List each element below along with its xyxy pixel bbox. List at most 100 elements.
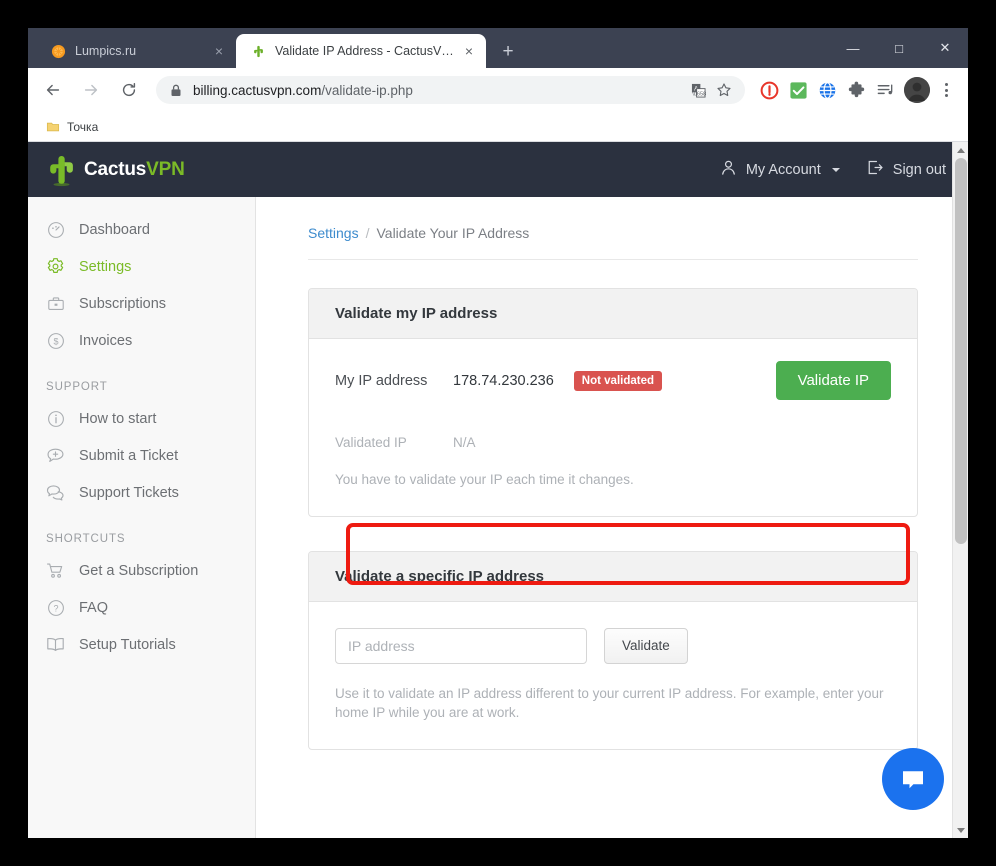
svg-text:?: ? [53,603,58,613]
breadcrumb-separator: / [365,225,370,241]
sidebar-section-shortcuts: SHORTCUTS [46,533,126,545]
window-controls: — □ ✕ [830,28,968,68]
browser-toolbar: billing.cactusvpn.com/validate-ip.php A\… [28,68,968,112]
card-body: Validate Use it to validate an IP addres… [309,602,917,749]
bookmarks-bar: Точка [28,112,968,142]
adblock-extension-icon[interactable] [756,77,782,103]
globe-extension-icon[interactable] [814,77,840,103]
sign-out-label: Sign out [892,161,946,178]
my-ip-row: My IP address 178.74.230.236 Not validat… [309,339,917,422]
scrollbar-thumb[interactable] [955,158,967,544]
page-viewport: CactusVPN My Account Sign out Dashboard … [28,142,968,838]
sidebar-item-label: Setup Tutorials [79,636,176,653]
translate-icon[interactable]: A\u6587 [687,79,709,101]
tab-close-icon[interactable]: × [210,42,228,60]
sidebar-item-label: Settings [79,258,132,275]
star-icon[interactable] [713,79,735,101]
address-bar[interactable]: billing.cactusvpn.com/validate-ip.php A\… [156,76,745,104]
bookmark-folder-tochka[interactable]: Точка [40,117,104,137]
specific-ip-note: Use it to validate an IP address differe… [335,685,884,721]
sidebar-item-faq[interactable]: ? FAQ [28,589,255,626]
logo-text: CactusVPN [84,159,185,181]
breadcrumb-settings-link[interactable]: Settings [308,225,359,241]
my-ip-value: 178.74.230.236 [453,372,554,389]
svg-text:$: $ [53,336,58,346]
sidebar-item-label: Invoices [79,332,133,349]
checkmark-extension-icon[interactable] [785,77,811,103]
close-window-button[interactable]: ✕ [922,28,968,68]
sidebar-item-label: How to start [79,410,157,427]
folder-icon [46,120,60,134]
user-icon [720,159,737,180]
minimize-button[interactable]: — [830,28,876,68]
maximize-button[interactable]: □ [876,28,922,68]
sidebar-item-get-subscription[interactable]: Get a Subscription [28,552,255,589]
tab-strip: Lumpics.ru × Validate IP Address - Cactu… [28,28,968,68]
sidebar: Dashboard Settings Subscriptions $ Invoi… [28,197,256,838]
sidebar-item-subscriptions[interactable]: Subscriptions [28,285,255,322]
gauge-icon [46,221,65,239]
info-circle-icon [46,410,65,428]
scroll-down-arrow[interactable] [953,822,968,838]
ip-address-input[interactable] [335,627,587,664]
three-dots-menu-icon[interactable] [934,77,958,103]
breadcrumb-current: Validate Your IP Address [376,225,530,241]
specific-ip-form: Validate [309,602,917,664]
comments-icon [46,483,65,502]
sign-out-icon [866,159,884,180]
sidebar-item-how-to-start[interactable]: How to start [28,400,255,437]
comment-plus-icon [46,446,65,465]
reload-button[interactable] [114,75,144,105]
sidebar-item-submit-ticket[interactable]: Submit a Ticket [28,437,255,474]
card-body: My IP address 178.74.230.236 Not validat… [309,339,917,516]
forward-button[interactable] [76,75,106,105]
puzzle-extensions-icon[interactable] [843,77,869,103]
sidebar-item-invoices[interactable]: $ Invoices [28,322,255,359]
playlist-music-icon[interactable] [872,77,898,103]
tab-title: Lumpics.ru [75,44,137,58]
breadcrumb: Settings / Validate Your IP Address [308,225,918,260]
chat-bubble-icon[interactable] [882,748,944,810]
page-scrollbar[interactable] [952,142,968,838]
sidebar-item-support-tickets[interactable]: Support Tickets [28,474,255,511]
new-tab-button[interactable]: + [494,37,522,65]
my-account-label: My Account [745,161,821,178]
cactusvpn-logo[interactable]: CactusVPN [46,153,185,187]
tab-lumpics[interactable]: Lumpics.ru × [36,34,236,68]
profile-avatar[interactable] [904,77,930,103]
sidebar-item-label: Support Tickets [79,484,179,501]
main-content: Settings / Validate Your IP Address Valida… [256,197,968,838]
card-validate-my-ip: Validate my IP address My IP address 178… [308,288,918,517]
url-path: /validate-ip.php [321,82,413,98]
my-ip-note: You have to validate your IP each time i… [335,472,634,487]
sidebar-item-dashboard[interactable]: Dashboard [28,211,255,248]
svg-text:\u6587: \u6587 [692,91,706,97]
sidebar-item-setup-tutorials[interactable]: Setup Tutorials [28,626,255,663]
sidebar-item-settings[interactable]: Settings [28,248,255,285]
site-header: CactusVPN My Account Sign out [28,142,968,197]
sign-out-button[interactable]: Sign out [866,159,946,180]
cart-icon [46,561,65,580]
validate-button[interactable]: Validate [604,627,688,664]
orange-circle-icon [50,43,66,59]
validate-ip-button[interactable]: Validate IP [775,361,891,400]
book-icon [46,635,65,654]
cactus-icon [250,43,266,59]
card-title: Validate a specific IP address [309,551,917,602]
question-circle-icon: ? [46,599,65,617]
gear-icon [46,257,65,276]
my-ip-label: My IP address [335,372,428,389]
page-body: Dashboard Settings Subscriptions $ Invoi… [28,197,968,838]
tab-close-icon[interactable]: × [460,42,478,60]
sidebar-item-label: Get a Subscription [79,562,199,579]
bookmark-label: Точка [67,119,99,134]
my-account-menu[interactable]: My Account [720,159,840,180]
validated-ip-row: Validated IP N/A [309,422,917,450]
tab-title: Validate IP Address - CactusVPN [275,44,454,58]
logo-vpn-text: VPN [146,158,185,180]
tab-validate-ip[interactable]: Validate IP Address - CactusVPN × [236,34,486,68]
back-button[interactable] [38,75,68,105]
scroll-up-arrow[interactable] [953,142,968,158]
sidebar-item-label: Submit a Ticket [79,447,179,464]
card-validate-specific-ip: Validate a specific IP address Validate … [308,550,918,750]
